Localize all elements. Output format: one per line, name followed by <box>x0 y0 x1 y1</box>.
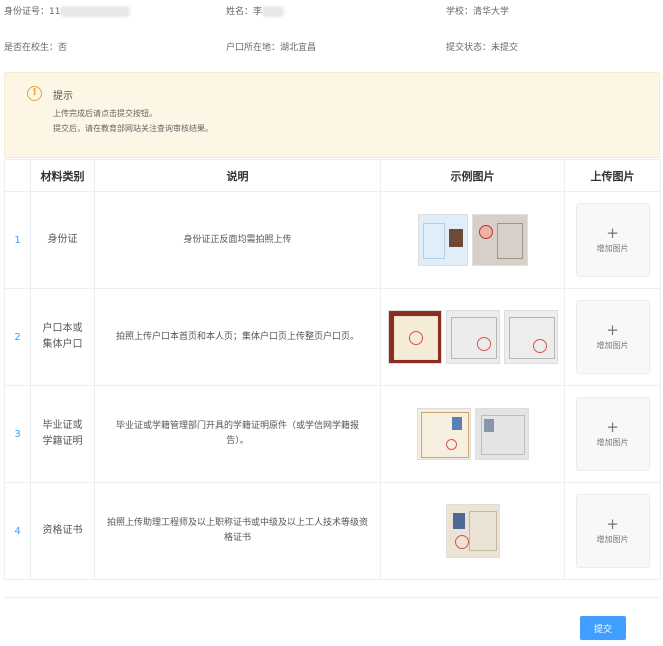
in-school-field: 是否在校生：否 <box>4 43 68 53</box>
row-description: 毕业证或学籍管理部门开具的学籍证明原件（或学信网学籍报告）。 <box>94 385 381 483</box>
row-index: 3 <box>4 385 31 483</box>
hukou-field: 户口所在地：湖北宜昌 <box>226 43 317 53</box>
sample-image-id-card-back[interactable] <box>471 214 528 266</box>
plus-icon: + <box>606 321 619 339</box>
table-row: 1 身份证 身份证正反面均需拍照上传 + 增加图片 <box>4 191 661 289</box>
notice-line-1: 上传完成后请点击提交按钮。 <box>53 109 157 118</box>
sample-image-id-card-front[interactable] <box>417 214 468 266</box>
row-category: 资格证书 <box>30 482 95 580</box>
submit-status-field: 提交状态：未提交 <box>446 43 519 53</box>
row-upload-cell: + 增加图片 <box>564 385 661 483</box>
header-upload-images: 上传图片 <box>564 159 661 192</box>
plus-icon: + <box>606 515 619 533</box>
id-number-field: 身份证号：11 <box>4 4 131 17</box>
add-image-label: 增加图片 <box>596 341 629 350</box>
id-number-label: 身份证号：11 <box>4 7 61 17</box>
plus-icon: + <box>606 224 619 242</box>
row-category: 身份证 <box>30 191 95 289</box>
row-description: 身份证正反面均需拍照上传 <box>94 191 381 289</box>
redacted-name <box>262 6 285 17</box>
applicant-info-row-1: 身份证号：11 姓名：李 学校：清华大学 <box>0 4 663 18</box>
row-category: 毕业证或学籍证明 <box>30 385 95 483</box>
footer-divider <box>4 597 660 598</box>
row-upload-cell: + 增加图片 <box>564 288 661 386</box>
materials-table: 材料类别 说明 示例图片 上传图片 1 身份证 身份证正反面均需拍照上传 + 增… <box>4 159 661 580</box>
add-image-button[interactable]: + 增加图片 <box>575 494 650 568</box>
table-row: 3 毕业证或学籍证明 毕业证或学籍管理部门开具的学籍证明原件（或学信网学籍报告）… <box>4 385 661 483</box>
sample-image-hukou-page[interactable] <box>445 310 500 364</box>
row-index: 2 <box>4 288 31 386</box>
notice-title: 提示 <box>53 91 73 102</box>
table-row: 2 户口本或集体户口 拍照上传户口本首页和本人页；集体户口页上传整页户口页。 +… <box>4 288 661 386</box>
add-image-button[interactable]: + 增加图片 <box>575 300 650 374</box>
table-header-row: 材料类别 说明 示例图片 上传图片 <box>4 159 661 192</box>
row-index: 1 <box>4 191 31 289</box>
name-field: 姓名：李 <box>226 4 285 17</box>
add-image-label: 增加图片 <box>596 535 629 544</box>
header-sample-images: 示例图片 <box>380 159 565 192</box>
submit-button[interactable]: 提交 <box>580 616 626 640</box>
row-description: 拍照上传助理工程师及以上职称证书或中级及以上工人技术等级资格证书 <box>94 482 381 580</box>
row-upload-cell: + 增加图片 <box>564 482 661 580</box>
row-samples <box>380 482 565 580</box>
add-image-label: 增加图片 <box>596 244 629 253</box>
header-category: 材料类别 <box>30 159 95 192</box>
table-row: 4 资格证书 拍照上传助理工程师及以上职称证书或中级及以上工人技术等级资格证书 … <box>4 482 661 580</box>
applicant-info-row-2: 是否在校生：否 户口所在地：湖北宜昌 提交状态：未提交 <box>0 40 663 54</box>
redacted-id-number <box>60 6 131 17</box>
row-index: 4 <box>4 482 31 580</box>
sample-image-student-certificate[interactable] <box>474 408 529 460</box>
row-category: 户口本或集体户口 <box>30 288 95 386</box>
row-samples <box>380 385 565 483</box>
notice-line-2: 提交后，请在教育部网站关注查询审核结果。 <box>53 124 213 133</box>
plus-icon: + <box>606 418 619 436</box>
sample-image-diploma[interactable] <box>416 408 471 460</box>
header-index <box>4 159 31 192</box>
add-image-label: 增加图片 <box>596 438 629 447</box>
row-upload-cell: + 增加图片 <box>564 191 661 289</box>
info-icon: ! <box>27 86 42 101</box>
sample-image-qualification-certificate[interactable] <box>445 504 500 558</box>
row-description: 拍照上传户口本首页和本人页；集体户口页上传整页户口页。 <box>94 288 381 386</box>
add-image-button[interactable]: + 增加图片 <box>575 397 650 471</box>
name-label: 姓名：李 <box>226 7 263 17</box>
add-image-button[interactable]: + 增加图片 <box>575 203 650 277</box>
row-samples <box>380 191 565 289</box>
school-field: 学校：清华大学 <box>446 7 510 17</box>
row-samples <box>380 288 565 386</box>
sample-image-hukou-personal[interactable] <box>503 310 558 364</box>
sample-image-hukou-cover[interactable] <box>387 310 442 364</box>
notice-box: ! 提示 上传完成后请点击提交按钮。 提交后，请在教育部网站关注查询审核结果。 <box>4 72 660 158</box>
header-description: 说明 <box>94 159 381 192</box>
